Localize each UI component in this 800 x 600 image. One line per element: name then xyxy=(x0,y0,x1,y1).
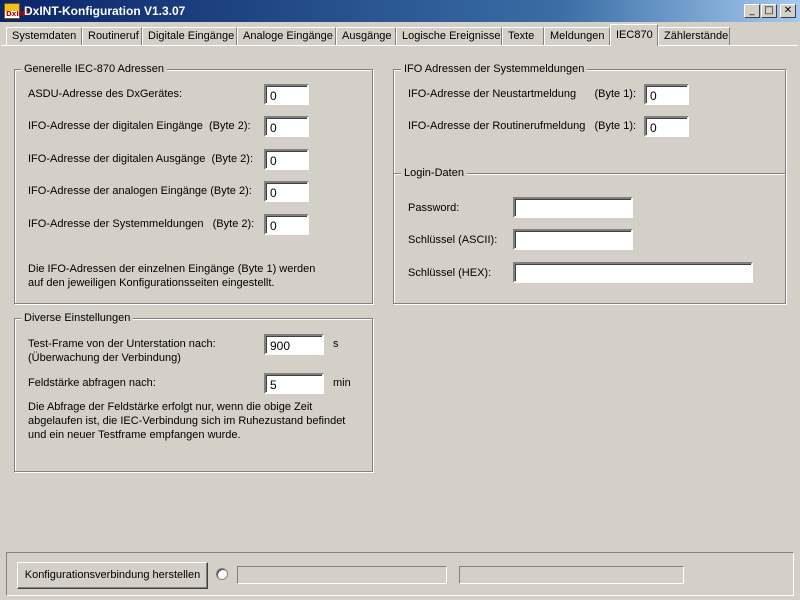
fieldstrength-unit: min xyxy=(333,377,351,389)
ifo-routine-label: IFO-Adresse der Routinerufmeldung (Byte … xyxy=(408,120,637,132)
ifo-digital-inputs-field[interactable]: 0 xyxy=(264,116,309,137)
general-note-line-2: auf den jeweiligen Konfigurationsseiten … xyxy=(28,277,275,289)
minimize-button[interactable]: _ xyxy=(744,4,760,18)
tab-routineruf[interactable]: Routineruf xyxy=(82,27,142,45)
fieldstrength-field[interactable]: 5 xyxy=(264,373,324,394)
diverse-settings-legend: Diverse Einstellungen xyxy=(21,312,134,324)
ifo-system-messages-field[interactable]: 0 xyxy=(264,214,309,235)
ifo-digital-outputs-field[interactable]: 0 xyxy=(264,149,309,170)
app-icon[interactable]: DxINT xyxy=(4,3,30,19)
login-legend: Login-Daten xyxy=(401,167,467,179)
password-field[interactable] xyxy=(513,197,633,218)
ifo-restart-field[interactable]: 0 xyxy=(644,84,689,105)
testframe-unit: s xyxy=(333,338,339,350)
close-button[interactable]: ✕ xyxy=(780,4,796,18)
tab-iec870[interactable]: IEC870 xyxy=(610,24,658,46)
testframe-label: Test-Frame von der Unterstation nach: xyxy=(28,338,216,350)
window-title: DxINT-Konfiguration V1.3.07 xyxy=(24,4,186,18)
diverse-note-line-1: Die Abfrage der Feldstärke erfolgt nur, … xyxy=(28,401,313,413)
tab-zaehlerstaende[interactable]: Zählerstände xyxy=(658,27,730,45)
system-messages-legend: IFO Adressen der Systemmeldungen xyxy=(401,63,588,75)
key-ascii-label: Schlüssel (ASCII): xyxy=(408,234,498,246)
tab-texte[interactable]: Texte xyxy=(502,27,544,45)
connect-button[interactable]: Konfigurationsverbindung herstellen xyxy=(17,562,208,589)
testframe-sublabel: (Überwachung der Verbindung) xyxy=(28,352,181,364)
connection-status-radio[interactable] xyxy=(216,568,228,580)
general-note-line-1: Die IFO-Adressen der einzelnen Eingänge … xyxy=(28,263,316,275)
tab-systemdaten[interactable]: Systemdaten xyxy=(6,27,82,45)
status-field-1 xyxy=(237,566,447,584)
general-addresses-legend: Generelle IEC-870 Adressen xyxy=(21,63,168,75)
maximize-button[interactable]: □ xyxy=(761,4,777,18)
status-field-2 xyxy=(459,566,684,584)
asdu-address-field[interactable]: 0 xyxy=(264,84,309,105)
tab-panel-border xyxy=(1,45,798,46)
asdu-address-label: ASDU-Adresse des DxGerätes: xyxy=(28,88,183,100)
ifo-routine-field[interactable]: 0 xyxy=(644,116,689,137)
diverse-note-line-2: abgelaufen ist, die IEC-Verbindung sich … xyxy=(28,415,346,427)
ifo-digital-outputs-label: IFO-Adresse der digitalen Ausgänge (Byte… xyxy=(28,153,254,165)
tab-digitale-eingaenge[interactable]: Digitale Eingänge xyxy=(142,27,237,45)
ifo-digital-inputs-label: IFO-Adresse der digitalen Eingänge (Byte… xyxy=(28,120,251,132)
ifo-restart-label: IFO-Adresse der Neustartmeldung (Byte 1)… xyxy=(408,88,637,100)
tab-logische-ereignisse[interactable]: Logische Ereignisse xyxy=(396,27,502,45)
key-hex-field[interactable] xyxy=(513,262,753,283)
diverse-note-line-3: und ein neuer Testframe empfangen wurde. xyxy=(28,429,241,441)
key-hex-label: Schlüssel (HEX): xyxy=(408,267,492,279)
key-ascii-field[interactable] xyxy=(513,229,633,250)
tab-analoge-eingaenge[interactable]: Analoge Eingänge xyxy=(237,27,336,45)
ifo-system-messages-label: IFO-Adresse der Systemmeldungen (Byte 2)… xyxy=(28,218,255,230)
ifo-analog-inputs-label: IFO-Adresse der analogen Eingänge (Byte … xyxy=(28,185,252,197)
testframe-field[interactable]: 900 xyxy=(264,334,324,355)
tab-ausgaenge[interactable]: Ausgänge xyxy=(336,27,396,45)
tab-meldungen[interactable]: Meldungen xyxy=(544,27,610,45)
ifo-analog-inputs-field[interactable]: 0 xyxy=(264,181,309,202)
password-label: Password: xyxy=(408,202,460,214)
fieldstrength-label: Feldstärke abfragen nach: xyxy=(28,377,156,389)
